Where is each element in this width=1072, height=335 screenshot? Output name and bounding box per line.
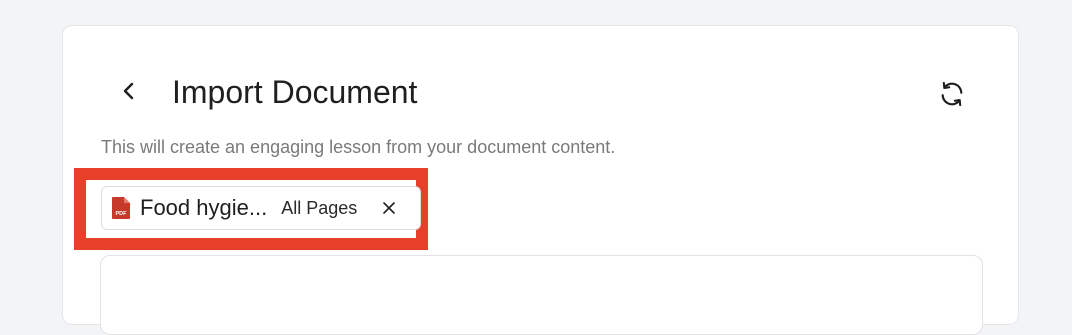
pdf-file-icon: PDF [111, 196, 131, 220]
chevron-left-icon [123, 82, 134, 100]
remove-file-button[interactable] [377, 196, 401, 220]
refresh-icon [941, 81, 963, 107]
refresh-button[interactable] [937, 79, 967, 109]
pdf-file-type-label: PDF [116, 211, 128, 217]
content-input-area[interactable] [100, 255, 983, 335]
page-title: Import Document [172, 74, 418, 110]
attached-file-chip[interactable]: PDF Food hygie... All Pages [101, 186, 421, 230]
import-document-card: Import Document This will create an enga… [62, 25, 1019, 335]
page-scope-label[interactable]: All Pages [281, 197, 357, 219]
description-text: This will create an engaging lesson from… [101, 137, 616, 157]
back-button[interactable] [117, 79, 141, 103]
close-icon [383, 202, 396, 214]
file-name: Food hygie... [140, 195, 268, 220]
